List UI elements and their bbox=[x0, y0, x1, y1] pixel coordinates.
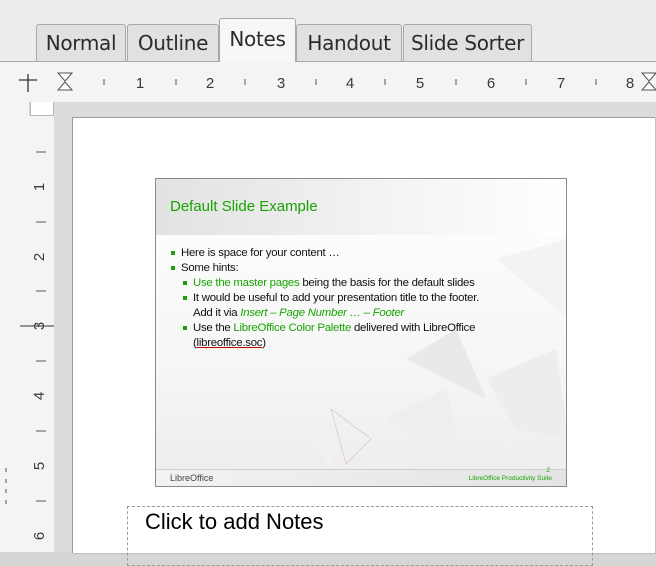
libreoffice-logo: LibreOffice bbox=[170, 473, 214, 483]
ruler-number: 4 bbox=[31, 392, 48, 400]
ruler-number: 6 bbox=[487, 75, 495, 92]
bullet-icon bbox=[171, 266, 175, 270]
ruler-number: 8 bbox=[626, 75, 634, 92]
tab-outline[interactable]: Outline bbox=[127, 24, 219, 61]
master-pages-link[interactable]: Use the master pages bbox=[193, 277, 300, 289]
menu-path-text: Insert – Page Number … – Footer bbox=[240, 307, 405, 319]
ruler-number: 5 bbox=[31, 462, 48, 470]
bullet-text: Add it via bbox=[193, 307, 241, 319]
ruler-number: 3 bbox=[277, 75, 285, 92]
left-indent-marker-icon[interactable] bbox=[56, 72, 74, 91]
bullet-icon bbox=[183, 281, 187, 285]
bullet-icon bbox=[183, 326, 187, 330]
slide-footer: LibreOffice 2 LibreOffice Productivity S… bbox=[156, 467, 566, 486]
ruler-corner bbox=[30, 102, 54, 116]
ruler-number: 5 bbox=[416, 75, 424, 92]
bullet-icon bbox=[171, 251, 175, 255]
slide-page-number: 2 bbox=[546, 467, 550, 474]
horizontal-ruler[interactable]: 1 2 3 4 5 6 7 8 bbox=[0, 62, 656, 102]
bullet-text: being the basis for the default slides bbox=[299, 277, 475, 289]
ruler-number: 4 bbox=[346, 75, 354, 92]
notes-placeholder-text: Click to add Notes bbox=[145, 509, 324, 534]
ruler-number: 2 bbox=[206, 75, 214, 92]
slide-thumbnail[interactable]: Default Slide Example Here is space for … bbox=[155, 178, 567, 487]
bullet-icon bbox=[183, 296, 187, 300]
ruler-number: 7 bbox=[557, 75, 565, 92]
tab-notes[interactable]: Notes bbox=[219, 18, 296, 62]
view-tab-bar: Normal Outline Notes Handout Slide Sorte… bbox=[0, 0, 656, 62]
slide-content: Here is space for your content … Some hi… bbox=[168, 246, 560, 351]
vertical-ruler-scale: 1 2 3 4 5 6 bbox=[5, 102, 54, 540]
slide-bullet: Here is space for your content … bbox=[168, 246, 560, 261]
bullet-text: delivered with LibreOffice bbox=[351, 322, 476, 334]
ruler-number: 1 bbox=[31, 183, 48, 191]
bullet-text: ) bbox=[262, 337, 266, 349]
bullet-text: It would be useful to add your presentat… bbox=[193, 292, 480, 304]
slide-title: Default Slide Example bbox=[170, 198, 318, 215]
bullet-text: Use the bbox=[193, 322, 234, 334]
right-indent-marker-icon[interactable] bbox=[640, 72, 656, 91]
horizontal-ruler-scale: 1 2 3 4 5 6 7 8 bbox=[19, 72, 656, 92]
tab-slide-sorter[interactable]: Slide Sorter bbox=[403, 24, 532, 61]
vertical-ruler[interactable]: 1 2 3 4 5 6 bbox=[0, 102, 54, 552]
tab-handout[interactable]: Handout bbox=[296, 24, 402, 61]
ruler-number: 2 bbox=[31, 253, 48, 261]
bullet-text: Here is space for your content … bbox=[181, 247, 340, 259]
ruler-number: 1 bbox=[136, 75, 144, 92]
libreoffice-url-link[interactable]: libreoffice.soc bbox=[197, 337, 263, 349]
tab-normal[interactable]: Normal bbox=[36, 24, 126, 61]
slide-sub-bullet-cont: (libreoffice.soc) bbox=[168, 336, 560, 351]
slide-sub-bullet-cont: Add it via Insert – Page Number … – Foot… bbox=[168, 306, 560, 321]
ruler-number: 6 bbox=[31, 532, 48, 540]
color-palette-link[interactable]: LibreOffice Color Palette bbox=[233, 322, 351, 334]
ruler-number: 3 bbox=[31, 322, 48, 330]
slide-sub-bullet: Use the LibreOffice Color Palette delive… bbox=[168, 321, 560, 336]
slide-sub-bullet: It would be useful to add your presentat… bbox=[168, 291, 560, 306]
footer-text: LibreOffice Productivity Suite bbox=[468, 475, 552, 482]
slide-bullet: Some hints: bbox=[168, 261, 560, 276]
tab-stop-type-icon[interactable] bbox=[19, 74, 37, 92]
bullet-text: Some hints: bbox=[181, 262, 239, 274]
slide-sub-bullet: Use the master pages being the basis for… bbox=[168, 276, 560, 291]
notes-placeholder[interactable]: Click to add Notes bbox=[127, 506, 593, 566]
